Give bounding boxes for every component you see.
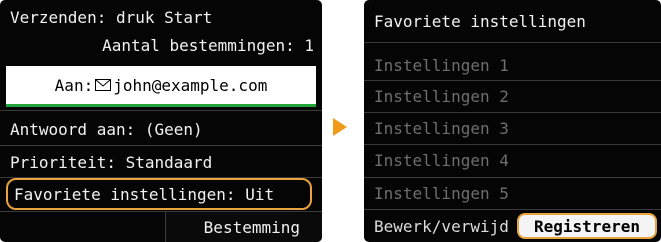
arrow-right-icon [333, 118, 347, 136]
destination-button-label: Bestemming [203, 217, 300, 237]
register-button-label: Registreren [534, 216, 640, 236]
to-field[interactable]: Aan: john@example.com [6, 66, 316, 104]
favorite-settings-item[interactable]: Favoriete instellingen: Uit [6, 178, 312, 210]
destination-button[interactable]: Bestemming [165, 212, 322, 242]
reply-to-label: Antwoord aan: (Geen) [10, 119, 203, 139]
favorite-settings-screen: Favoriete instellingen Instellingen 1 In… [364, 0, 661, 242]
edit-delete-button[interactable]: Bewerk/verwijd [374, 217, 509, 236]
settings-item-label: Instellingen 2 [374, 86, 509, 106]
divider [0, 110, 322, 111]
screen-title-text: Favoriete instellingen [374, 12, 586, 31]
envelope-icon [95, 76, 112, 95]
screen-title: Favoriete instellingen [374, 12, 661, 31]
screen-title: Verzenden: druk Start [10, 8, 322, 32]
settings-item-label: Instellingen 1 [374, 55, 509, 75]
to-email: john@example.com [113, 75, 268, 95]
destinations-count: Aantal bestemmingen: 1 [102, 36, 314, 60]
settings-item-label: Instellingen 5 [374, 183, 509, 203]
register-button[interactable]: Registreren [517, 213, 657, 239]
send-screen: Verzenden: druk Start Aantal bestemminge… [0, 0, 322, 242]
priority-label: Prioriteit: Standaard [10, 152, 213, 172]
bottom-bar: Bewerk/verwijd Registreren [364, 210, 661, 242]
favorite-settings-label: Favoriete instellingen: Uit [14, 184, 275, 204]
settings-item-label: Instellingen 4 [374, 150, 509, 170]
settings-item-1[interactable]: Instellingen 1 [374, 50, 661, 80]
settings-item-4[interactable]: Instellingen 4 [374, 145, 661, 175]
settings-item-5[interactable]: Instellingen 5 [374, 178, 661, 208]
settings-item-2[interactable]: Instellingen 2 [374, 81, 661, 111]
divider [364, 42, 661, 43]
reply-to-item[interactable]: Antwoord aan: (Geen) [10, 113, 322, 145]
priority-item[interactable]: Prioriteit: Standaard [10, 146, 322, 178]
destinations-count-text: Aantal bestemmingen: 1 [102, 36, 314, 55]
settings-item-label: Instellingen 3 [374, 118, 509, 138]
selection-underline [6, 104, 316, 107]
settings-item-3[interactable]: Instellingen 3 [374, 113, 661, 143]
to-label: Aan: [54, 75, 94, 95]
screen-title-text: Verzenden: druk Start [10, 8, 213, 27]
